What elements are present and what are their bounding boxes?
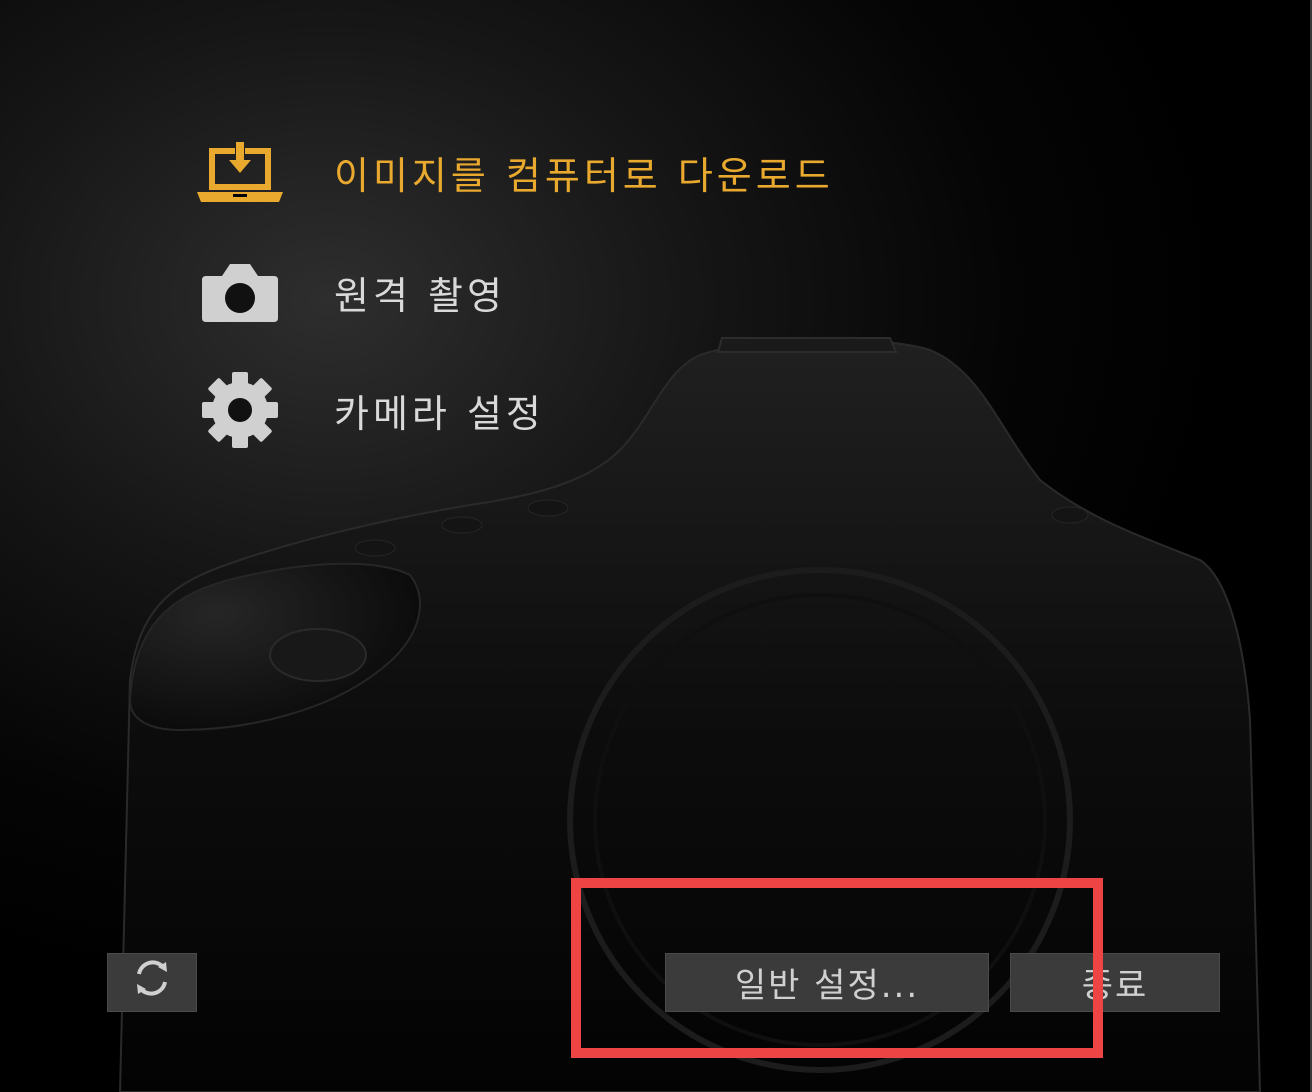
menu-item-remote-shooting[interactable]: 원격 촬영 — [194, 257, 506, 327]
app-window: 이미지를 컴퓨터로 다운로드 원격 촬영 카메라 설정 일반 설정... 종료 — [0, 0, 1312, 1092]
menu-item-label: 이미지를 컴퓨터로 다운로드 — [334, 153, 834, 198]
menu-item-label: 원격 촬영 — [334, 273, 506, 318]
general-settings-button[interactable]: 일반 설정... — [665, 953, 989, 1012]
gear-icon — [194, 372, 286, 448]
download-to-laptop-icon — [194, 137, 286, 207]
menu-item-camera-settings[interactable]: 카메라 설정 — [194, 372, 545, 448]
exit-label: 종료 — [1081, 966, 1149, 1006]
menu-item-label: 카메라 설정 — [334, 391, 545, 436]
refresh-button[interactable] — [107, 953, 197, 1012]
general-settings-label: 일반 설정... — [734, 966, 920, 1006]
menu-item-download-images[interactable]: 이미지를 컴퓨터로 다운로드 — [194, 137, 834, 207]
camera-icon — [194, 257, 286, 327]
refresh-icon — [130, 956, 174, 1009]
exit-button[interactable]: 종료 — [1010, 953, 1220, 1012]
